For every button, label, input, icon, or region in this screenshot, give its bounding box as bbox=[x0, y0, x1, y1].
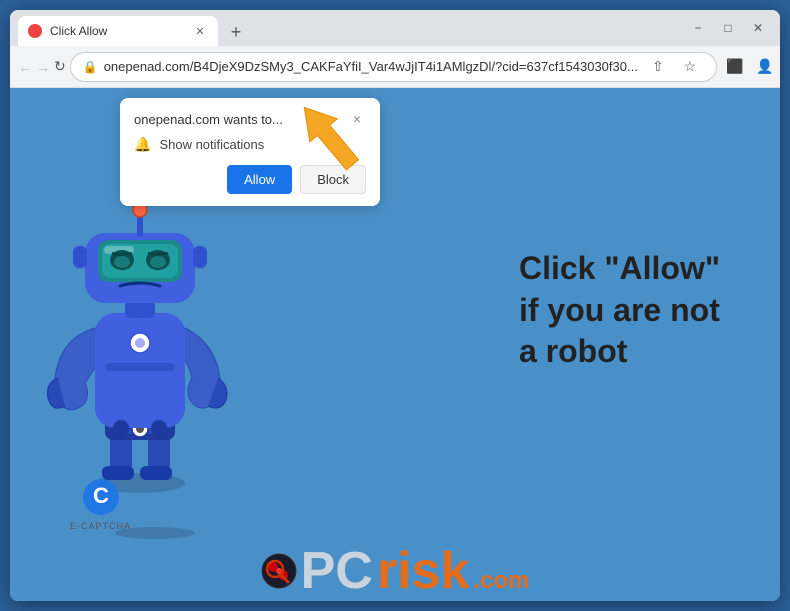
pcrisk-com-text: .com bbox=[473, 567, 529, 595]
refresh-button[interactable]: ↻ bbox=[54, 52, 66, 82]
robot-container bbox=[40, 168, 260, 508]
back-button[interactable]: ← bbox=[18, 52, 32, 82]
tab-close-button[interactable]: ✕ bbox=[192, 23, 208, 39]
tab-favicon bbox=[28, 24, 42, 38]
ecaptcha-logo: C E-CAPTCHA bbox=[70, 477, 131, 531]
address-bar-icons: ⇧ ☆ bbox=[644, 53, 704, 81]
title-bar: Click Allow ✕ + − □ ✕ bbox=[10, 10, 780, 46]
lock-icon: 🔒 bbox=[83, 60, 98, 74]
browser-window: Click Allow ✕ + − □ ✕ ← → ↻ 🔒 onepenad.c… bbox=[10, 10, 780, 601]
arrow-container bbox=[290, 93, 370, 188]
tab-title: Click Allow bbox=[50, 24, 184, 38]
pcrisk-pc-text: PC bbox=[301, 545, 373, 597]
robot-shadow bbox=[115, 527, 195, 539]
navigation-bar: ← → ↻ 🔒 onepenad.com/B4DjeX9DzSMy3_CAKFa… bbox=[10, 46, 780, 88]
pcrisk-logo: PC risk .com bbox=[261, 545, 530, 597]
maximize-button[interactable]: □ bbox=[714, 14, 742, 42]
robot-illustration bbox=[40, 168, 240, 498]
page-content: onepenad.com wants to... × 🔔 Show notifi… bbox=[10, 88, 780, 601]
pcrisk-icon bbox=[261, 553, 297, 589]
window-controls: − □ ✕ bbox=[684, 14, 772, 42]
ecaptcha-icon: C bbox=[81, 477, 121, 517]
new-tab-button[interactable]: + bbox=[222, 18, 250, 46]
toolbar-icons: ⬛ 👤 ⋮ bbox=[721, 53, 780, 81]
main-text: Click "Allow" if you are not a robot bbox=[519, 248, 720, 373]
allow-button[interactable]: Allow bbox=[227, 165, 292, 194]
address-bar[interactable]: 🔒 onepenad.com/B4DjeX9DzSMy3_CAKFaYfiI_V… bbox=[70, 52, 717, 82]
url-text: onepenad.com/B4DjeX9DzSMy3_CAKFaYfiI_Var… bbox=[104, 59, 638, 74]
notification-bell-icon: 🔔 bbox=[134, 136, 151, 153]
pcrisk-risk-text: risk bbox=[377, 545, 470, 597]
bookmark-icon[interactable]: ☆ bbox=[676, 53, 704, 81]
svg-text:C: C bbox=[93, 483, 109, 508]
forward-button[interactable]: → bbox=[36, 52, 50, 82]
extensions-icon[interactable]: ⬛ bbox=[721, 53, 749, 81]
share-icon[interactable]: ⇧ bbox=[644, 53, 672, 81]
minimize-button[interactable]: − bbox=[684, 14, 712, 42]
main-text-line1: Click "Allow" bbox=[519, 248, 720, 290]
close-button[interactable]: ✕ bbox=[744, 14, 772, 42]
pcrisk-watermark: PC risk .com bbox=[10, 545, 780, 597]
notification-label: Show notifications bbox=[159, 137, 264, 152]
arrow-icon bbox=[290, 93, 370, 183]
main-text-line3: a robot bbox=[519, 331, 720, 373]
profile-icon[interactable]: 👤 bbox=[751, 53, 779, 81]
active-tab[interactable]: Click Allow ✕ bbox=[18, 16, 218, 46]
tab-area: Click Allow ✕ + bbox=[18, 10, 680, 46]
popup-title: onepenad.com wants to... bbox=[134, 112, 283, 127]
main-text-line2: if you are not bbox=[519, 290, 720, 332]
